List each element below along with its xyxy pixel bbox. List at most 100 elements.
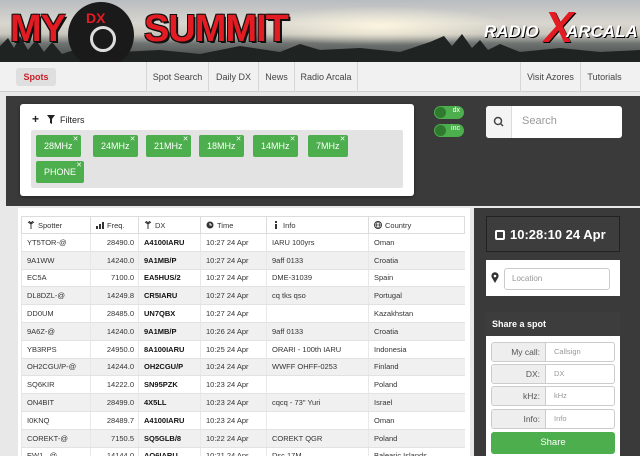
remove-tag-icon[interactable]: ✕ <box>130 129 136 151</box>
country-cell: Portugal <box>368 286 465 306</box>
freq-cell: 14244.0 <box>90 358 139 377</box>
spotter-cell[interactable]: DL8DZL-@ <box>21 286 91 306</box>
spotter-cell[interactable]: I0KNQ <box>21 411 91 430</box>
filter-tag[interactable]: 18MHz ✕ <box>199 135 244 157</box>
nav-item-visit-azores[interactable]: Visit Azores <box>520 62 580 92</box>
spotter-cell[interactable]: DD0UM <box>21 304 91 323</box>
dx-cell[interactable]: A4100IARU <box>138 233 201 252</box>
callsign-field[interactable]: My call: Callsign <box>491 342 615 362</box>
filter-tag[interactable]: 14MHz ✕ <box>253 135 298 157</box>
dx-cell[interactable]: EA5HUS/2 <box>138 269 201 288</box>
country-cell: Poland <box>368 375 465 395</box>
spotter-cell[interactable]: COREKT-@ <box>21 429 91 448</box>
spotter-cell[interactable]: YT5TOR-@ <box>21 233 91 252</box>
time-cell: 10:23 24 Apr <box>200 393 267 412</box>
table-row[interactable]: COREKT-@ 7150.5 SQ5GLB/8 10:22 24 Apr COREKT… <box>21 429 465 448</box>
table-row[interactable]: 9A6Z-@ 14240.0 9A1MB/P 10:26 24 Apr 9aff 013… <box>21 322 465 341</box>
filter-tag[interactable]: 21MHz ✕ <box>146 135 191 157</box>
table-row[interactable]: OH2CGU/P-@ 14244.0 OH2CGU/P 10:24 24 Apr WWF… <box>21 358 465 377</box>
nav-item-daily-dx[interactable]: Daily DX <box>208 62 258 92</box>
spotter-cell[interactable]: EC5A <box>21 269 91 288</box>
col-spotter[interactable]: Spotter <box>21 216 91 234</box>
filter-tag[interactable]: 24MHz ✕ <box>93 135 138 157</box>
info-field[interactable]: Info: Info <box>491 409 615 429</box>
remove-tag-icon[interactable]: ✕ <box>340 129 346 151</box>
spotter-cell[interactable]: OH2CGU/P-@ <box>21 358 91 377</box>
spotter-cell[interactable]: 9A6Z-@ <box>21 322 91 341</box>
spotter-cell[interactable]: YB3RPS <box>21 340 91 359</box>
time-cell: 10:26 24 Apr <box>200 322 267 341</box>
funnel-icon <box>46 115 55 124</box>
table-row[interactable]: 9A1WW 14240.0 9A1MB/P 10:27 24 Apr 9aff 0133… <box>21 251 465 270</box>
spotter-cell[interactable]: 9A1WW <box>21 251 91 270</box>
plus-icon[interactable]: + <box>32 112 39 126</box>
dx-cell[interactable]: 4X5LL <box>138 393 201 412</box>
time-cell: 10:27 24 Apr <box>200 304 267 323</box>
location-input[interactable]: Location <box>504 268 610 290</box>
col-time[interactable]: Time <box>200 216 267 234</box>
spotter-cell[interactable]: ON4BIT <box>21 393 91 412</box>
dx-field[interactable]: DX: DX <box>491 364 615 384</box>
table-row[interactable]: ON4BIT 28499.0 4X5LL 10:23 24 Apr cqcq - 73"… <box>21 393 465 412</box>
info-cell: COREKT QGR <box>266 429 369 448</box>
logo-summit-text[interactable]: SUMMIT <box>144 10 289 48</box>
dx-cell[interactable]: A4100IARU <box>138 411 201 430</box>
nav-item-spot-search[interactable]: Spot Search <box>146 62 208 92</box>
table-row[interactable]: DL8DZL-@ 14249.8 CR5IARU 10:27 24 Apr cq tks… <box>21 286 465 306</box>
partner-logo-arcala[interactable]: ARCALA <box>566 22 638 42</box>
partner-logo-radio[interactable]: RADIO <box>484 22 539 42</box>
country-cell: Balearic Islands <box>368 447 465 456</box>
dx-cell[interactable]: 8A100IARU <box>138 340 201 359</box>
logo-dish-icon: DX <box>68 2 134 62</box>
logo-my-text[interactable]: MY <box>10 10 66 48</box>
toggle-inc[interactable]: inc <box>434 124 464 137</box>
khz-field[interactable]: kHz: kHz <box>491 386 615 406</box>
remove-tag-icon[interactable]: ✕ <box>73 129 79 151</box>
share-spot-title: Share a spot <box>486 312 620 336</box>
col-country[interactable]: Country <box>368 216 465 234</box>
nav-item-news[interactable]: News <box>258 62 294 92</box>
table-row[interactable]: DD0UM 28485.0 UN7QBX 10:27 24 Apr Kazakhstan <box>21 304 465 323</box>
spotter-cell[interactable]: EW1...@ <box>21 447 91 456</box>
info-cell <box>266 304 369 323</box>
dx-cell[interactable]: 9A1MB/P <box>138 322 201 341</box>
col-info[interactable]: Info <box>266 216 369 234</box>
dx-cell[interactable]: SN95PZK <box>138 375 201 395</box>
remove-tag-icon[interactable]: ✕ <box>183 129 189 151</box>
info-icon <box>272 220 280 229</box>
search-input[interactable]: Search <box>486 106 622 138</box>
share-button[interactable]: Share <box>491 432 615 454</box>
nav-item-radio-arcala[interactable]: Radio Arcala <box>294 62 358 92</box>
remove-tag-icon[interactable]: ✕ <box>236 129 242 151</box>
remove-tag-icon[interactable]: ✕ <box>76 155 82 177</box>
filter-tag[interactable]: 7MHz ✕ <box>308 135 348 157</box>
nav-item-tutorials[interactable]: Tutorials <box>580 62 628 92</box>
info-cell: cq tks qso <box>266 286 369 306</box>
dx-cell[interactable]: AO6IARU <box>138 447 201 456</box>
freq-cell: 7100.0 <box>90 269 139 288</box>
nav-item-spots[interactable]: Spots <box>14 62 58 92</box>
country-cell: Oman <box>368 233 465 252</box>
table-row[interactable]: EC5A 7100.0 EA5HUS/2 10:27 24 Apr DME-31039 S… <box>21 269 465 288</box>
table-row[interactable]: YB3RPS 24950.0 8A100IARU 10:25 24 Apr ORARI … <box>21 340 465 359</box>
filter-tag[interactable]: 28MHz ✕ <box>36 135 81 157</box>
remove-tag-icon[interactable]: ✕ <box>290 129 296 151</box>
col-freq[interactable]: Freq. <box>90 216 139 234</box>
dx-cell[interactable]: 9A1MB/P <box>138 251 201 270</box>
dx-cell[interactable]: OH2CGU/P <box>138 358 201 377</box>
table-row[interactable]: EW1...@ 14144.0 AO6IARU 10:21 24 Apr Dsc 17M… <box>21 447 465 456</box>
clock-icon <box>495 230 505 240</box>
filters-header[interactable]: + Filters <box>32 112 85 126</box>
spotter-cell[interactable]: SQ6KIR <box>21 375 91 395</box>
dx-cell[interactable]: SQ5GLB/8 <box>138 429 201 448</box>
table-row[interactable]: I0KNQ 28489.7 A4100IARU 10:23 24 Apr Oman <box>21 411 465 430</box>
time-cell: 10:27 24 Apr <box>200 286 267 306</box>
time-cell: 10:24 24 Apr <box>200 358 267 377</box>
dx-cell[interactable]: UN7QBX <box>138 304 201 323</box>
dx-cell[interactable]: CR5IARU <box>138 286 201 306</box>
filter-tag[interactable]: PHONE ✕ <box>36 161 85 183</box>
toggle-dx[interactable]: dx <box>434 106 464 119</box>
table-row[interactable]: YT5TOR-@ 28490.0 A4100IARU 10:27 24 Apr IARU… <box>21 233 465 252</box>
table-row[interactable]: SQ6KIR 14222.0 SN95PZK 10:23 24 Apr Poland <box>21 375 465 395</box>
col-dx[interactable]: DX <box>138 216 201 234</box>
